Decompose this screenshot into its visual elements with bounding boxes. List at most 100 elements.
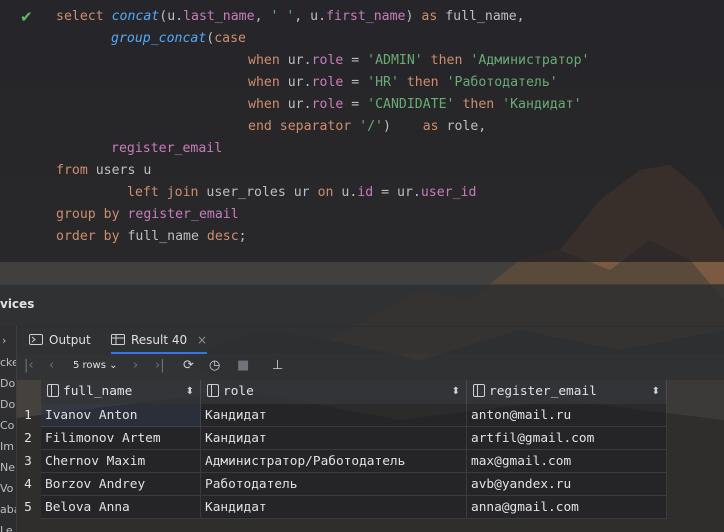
token: . (318, 9, 327, 24)
token: when (248, 97, 280, 112)
sort-icon[interactable]: ⬍ (186, 380, 194, 404)
token: when (248, 53, 280, 68)
token: role (446, 119, 479, 134)
column-header-register-email[interactable]: register_email ⬍ (467, 380, 667, 404)
token: then (454, 97, 503, 112)
token: as (413, 9, 446, 24)
tree-item[interactable]: Im (0, 440, 14, 453)
token: u (310, 9, 319, 24)
tree-item[interactable]: cke (0, 356, 16, 369)
token: 'Кандидат' (502, 97, 582, 112)
tree-item[interactable]: Ne (0, 461, 15, 474)
token: , (516, 9, 525, 24)
token: role (311, 97, 344, 112)
tree-item[interactable]: Le (0, 524, 13, 532)
token: ( (159, 9, 168, 24)
code-line-9: left join user_roles ur on u.id = ur.use… (127, 182, 476, 204)
tab-output[interactable]: Output (29, 326, 91, 354)
sort-icon[interactable]: ⬍ (452, 380, 460, 404)
column-header-role[interactable]: role ⬍ (201, 380, 467, 404)
token: ur (287, 53, 304, 68)
code-line-11: order by full_name desc; (56, 226, 247, 248)
tab-result-40[interactable]: Result 40 × (111, 326, 208, 354)
sql-editor[interactable]: ✔ select concat(u.last_name, ' ', u.firs… (0, 0, 724, 262)
code-line-2: group_concat(case (111, 28, 246, 50)
tree-item[interactable]: Do (0, 398, 15, 411)
cell-register-email[interactable]: artfil@gmail.com (467, 427, 667, 450)
code-line-6: end separator '/') as role, (248, 116, 486, 138)
token: then (422, 53, 471, 68)
next-page-icon[interactable]: › (133, 358, 138, 373)
token: users u (87, 163, 152, 178)
cell-register-email[interactable]: avb@yandex.ru (467, 473, 667, 496)
token: u (167, 9, 176, 24)
expand-arrow-icon[interactable]: › (2, 334, 6, 347)
console-icon (29, 334, 43, 345)
token: register_email (111, 141, 223, 156)
cell-role[interactable]: Кандидат (201, 496, 467, 519)
token: , (294, 9, 311, 24)
cell-role[interactable]: Администратор/Работодатель (201, 450, 467, 473)
row-number[interactable]: 5 (17, 496, 39, 519)
services-title: vices (0, 297, 35, 311)
token: role (311, 75, 344, 90)
token: 'ADMIN' (367, 53, 423, 68)
row-number[interactable]: 3 (17, 450, 39, 473)
cell-register-email[interactable]: anna@gmail.com (467, 496, 667, 519)
token: ' ' (270, 9, 295, 24)
tree-item[interactable]: Co (0, 419, 14, 432)
cell-full-name[interactable]: Ivanov Anton (41, 404, 201, 427)
rows-dropdown[interactable]: 5 rows ⌄ (73, 360, 118, 371)
code-line-8: from users u (56, 160, 151, 182)
close-icon[interactable]: × (197, 333, 207, 347)
code-line-5: when ur.role = 'CANDIDATE' then 'Кандида… (248, 94, 582, 116)
token: select (56, 9, 104, 24)
table-icon (111, 334, 125, 345)
tree-item[interactable]: Vo (0, 482, 13, 495)
last-page-icon[interactable]: ›| (155, 358, 165, 373)
refresh-icon[interactable]: ⟳ (183, 358, 194, 373)
history-clock-icon[interactable]: ◷ (209, 358, 220, 373)
token: full_name (445, 9, 517, 24)
stop-icon[interactable]: ■ (237, 358, 249, 373)
token: concat (111, 9, 160, 24)
code-line-4: when ur.role = 'HR' then 'Работодатель' (248, 72, 558, 94)
token: , (254, 9, 271, 24)
cell-role[interactable]: Кандидат (201, 427, 467, 450)
token: . (175, 9, 184, 24)
token: '/' (359, 119, 383, 134)
tree-item[interactable]: aba (0, 503, 16, 516)
column-icon (473, 384, 485, 397)
cell-register-email[interactable]: max@gmail.com (467, 450, 667, 473)
column-header-full-name[interactable]: full_name ⬍ (41, 380, 201, 404)
cell-role[interactable]: Работодатель (201, 473, 467, 496)
row-number[interactable]: 4 (17, 473, 39, 496)
pin-icon[interactable]: ⊥ (272, 358, 283, 373)
cell-full-name[interactable]: Chernov Maxim (41, 450, 201, 473)
token: user_id (420, 185, 477, 200)
row-number[interactable]: 1 (17, 404, 39, 427)
cell-full-name[interactable]: Filimonov Artem (41, 427, 201, 450)
token: then (398, 75, 447, 90)
code-line-3: when ur.role = 'ADMIN' then 'Администрат… (248, 50, 589, 72)
services-tree[interactable]: › cke Do Do Co Im Ne Vo aba Le (0, 326, 17, 532)
cell-role[interactable]: Кандидат (201, 404, 467, 427)
cell-full-name[interactable]: Borzov Andrey (41, 473, 201, 496)
cell-full-name[interactable]: Belova Anna (41, 496, 201, 519)
token: separator (271, 119, 360, 134)
token: desc (206, 229, 239, 244)
result-toolbar: |‹ ‹ 5 rows ⌄ › ›| ⟳ ◷ ■ ⊥ (17, 354, 724, 380)
token: = (343, 97, 368, 112)
cell-register-email[interactable]: anton@mail.ru (467, 404, 667, 427)
token: ; (238, 229, 247, 244)
column-title: role (223, 384, 254, 399)
token: from (56, 163, 88, 178)
code-line-1: select concat(u.last_name, ' ', u.first_… (56, 6, 525, 28)
sort-icon[interactable]: ⬍ (652, 380, 660, 404)
row-number[interactable]: 2 (17, 427, 39, 450)
prev-page-icon[interactable]: ‹ (49, 358, 54, 373)
first-page-icon[interactable]: |‹ (24, 358, 34, 373)
token: group by (56, 207, 120, 222)
tab-label: Output (49, 333, 91, 347)
tree-item[interactable]: Do (0, 377, 15, 390)
